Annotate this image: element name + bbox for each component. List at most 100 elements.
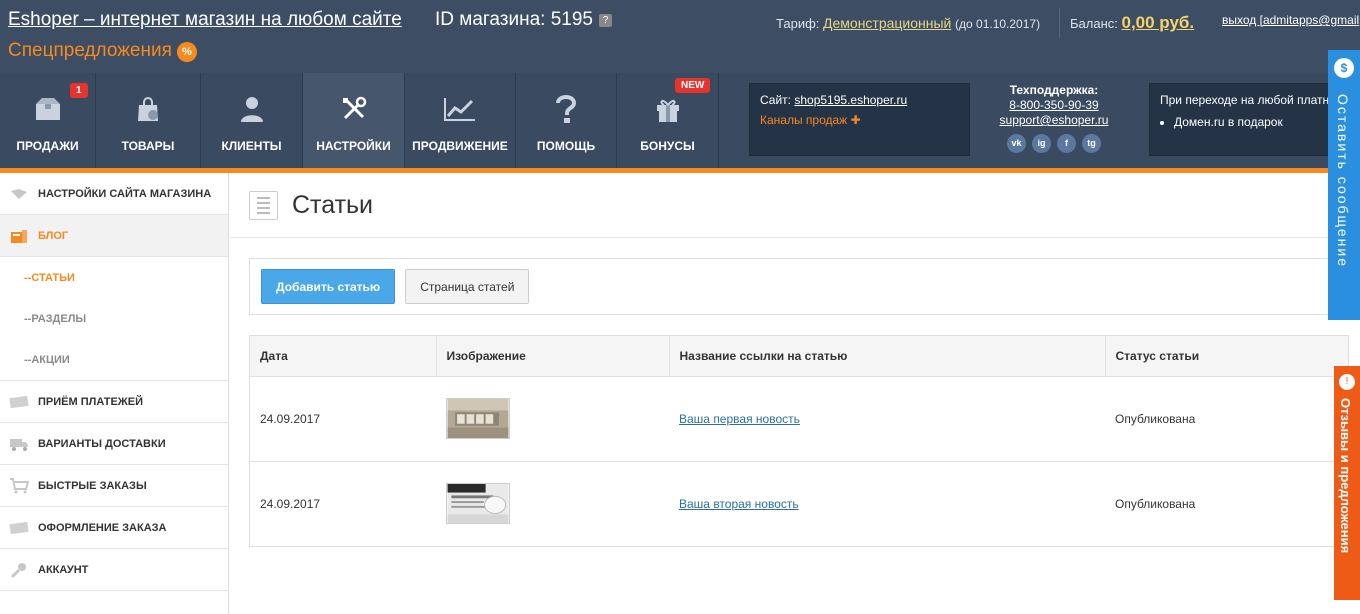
main-content: Статьи Добавить статью Страница статей Д… bbox=[230, 173, 1359, 614]
checkout-icon bbox=[8, 519, 30, 537]
tab-sales-label: ПРОДАЖИ bbox=[16, 139, 79, 153]
sidebar-item-blog[interactable]: БЛОГ bbox=[0, 215, 228, 257]
brand-link[interactable]: Eshoper – интернет магазин на любом сайт… bbox=[8, 9, 402, 31]
col-image: Изображение bbox=[436, 336, 670, 377]
tariff-label: Тариф: bbox=[776, 16, 820, 31]
sidebar-item-label: БЛОГ bbox=[38, 229, 69, 242]
user-icon bbox=[235, 92, 269, 126]
sidebar-item-quick-orders[interactable]: БЫСТРЫЕ ЗАКАЗЫ bbox=[0, 465, 228, 507]
site-info-box: Сайт: shop5195.eshoper.ru Каналы продаж … bbox=[749, 83, 970, 156]
sidebar-subitem-sections[interactable]: --РАЗДЕЛЫ bbox=[0, 298, 228, 339]
truck-icon bbox=[8, 435, 30, 453]
sidebar-subitem-promotions[interactable]: --АКЦИИ bbox=[0, 339, 228, 380]
sidebar-item-label: АККАУНТ bbox=[38, 563, 89, 576]
news-thumbnail-2[interactable] bbox=[446, 483, 510, 525]
tab-promotion-label: ПРОДВИЖЕНИЕ bbox=[412, 139, 508, 153]
row-image-cell bbox=[436, 461, 669, 546]
percent-icon: % bbox=[176, 42, 197, 62]
tab-clients-label: КЛИЕНТЫ bbox=[221, 139, 282, 153]
tariff-plan-link[interactable]: Демонстрационный bbox=[823, 15, 951, 31]
box-icon bbox=[31, 92, 65, 126]
row-link-cell: Ваша вторая новость bbox=[669, 461, 1105, 546]
shopping-bag-icon bbox=[131, 92, 165, 126]
col-date: Дата bbox=[250, 336, 437, 377]
logout-link[interactable]: выход [admitapps@gmail bbox=[1222, 13, 1360, 27]
site-line: Сайт: shop5195.eshoper.ru bbox=[760, 93, 959, 107]
question-icon bbox=[549, 92, 583, 126]
top-header: Eshoper – интернет магазин на любом сайт… bbox=[0, 0, 1360, 73]
leave-message-tab[interactable]: $ Оставить сообщение bbox=[1328, 50, 1360, 320]
balance-info: Баланс: 0,00 руб. bbox=[1070, 13, 1194, 33]
feedback-tab[interactable]: ! Отзывы и предложения bbox=[1334, 366, 1360, 600]
header-divider bbox=[1059, 8, 1060, 38]
facebook-icon[interactable]: f bbox=[1057, 134, 1076, 153]
settings-page-icon bbox=[8, 185, 30, 203]
sidebar-item-checkout[interactable]: ОФОРМЛЕНИЕ ЗАКАЗА bbox=[0, 507, 228, 549]
lightbulb-icon: ! bbox=[1339, 374, 1355, 390]
sidebar-item-label: БЫСТРЫЕ ЗАКАЗЫ bbox=[38, 479, 147, 492]
support-title: Техподдержка: bbox=[1009, 83, 1099, 97]
tariff-till: (до 01.10.2017) bbox=[955, 17, 1041, 31]
telegram-icon[interactable]: tg bbox=[1082, 134, 1101, 153]
gift-icon bbox=[651, 92, 685, 126]
row-link-cell: Ваша первая новость bbox=[669, 376, 1105, 462]
article-link[interactable]: Ваша вторая новость bbox=[679, 497, 799, 511]
tab-promotion[interactable]: ПРОДВИЖЕНИЕ bbox=[405, 73, 516, 168]
sidebar-item-account[interactable]: АККАУНТ bbox=[0, 549, 228, 591]
balance-value-link[interactable]: 0,00 руб. bbox=[1122, 13, 1195, 32]
support-email-link[interactable]: support@eshoper.ru bbox=[1000, 113, 1109, 127]
col-status: Статус статьи bbox=[1105, 336, 1348, 377]
money-icon bbox=[8, 393, 30, 411]
tab-help[interactable]: ПОМОЩЬ bbox=[516, 73, 617, 168]
site-url-link[interactable]: shop5195.eshoper.ru bbox=[794, 93, 907, 107]
title-bar: Статьи bbox=[230, 173, 1328, 238]
help-icon[interactable]: ? bbox=[598, 14, 612, 27]
support-phone-link[interactable]: 8-800-350-90-39 bbox=[1009, 98, 1098, 112]
articles-table: Дата Изображение Название ссылки на стат… bbox=[249, 335, 1349, 547]
table-header-row: Дата Изображение Название ссылки на стат… bbox=[250, 336, 1348, 377]
sidebar-item-shop-settings[interactable]: НАСТРОЙКИ САЙТА МАГАЗИНА bbox=[0, 173, 228, 215]
tab-products[interactable]: ТОВАРЫ bbox=[96, 73, 201, 168]
tools-icon bbox=[337, 92, 371, 126]
sidebar-item-delivery[interactable]: ВАРИАНТЫ ДОСТАВКИ bbox=[0, 423, 228, 465]
site-label: Сайт: bbox=[760, 93, 792, 107]
sidebar-subitem-articles[interactable]: --СТАТЬИ bbox=[0, 257, 228, 298]
new-badge: NEW bbox=[675, 78, 711, 93]
sidebar: НАСТРОЙКИ САЙТА МАГАЗИНА БЛОГ --СТАТЬИ -… bbox=[0, 173, 229, 614]
feedback-label: Отзывы и предложения bbox=[1338, 398, 1353, 554]
sales-channels-link[interactable]: Каналы продаж ✚ bbox=[760, 113, 959, 127]
tab-settings-label: НАСТРОЙКИ bbox=[316, 139, 391, 153]
balance-label: Баланс: bbox=[1070, 16, 1118, 31]
action-toolbar: Добавить статью Страница статей bbox=[249, 258, 1359, 315]
main-nav: ПРОДАЖИ 1 ТОВАРЫ КЛИЕНТЫ НАСТРОЙКИ ПРОДВ… bbox=[0, 73, 1360, 168]
special-offers-label: Спецпредложения bbox=[8, 40, 172, 61]
sidebar-item-label: ОФОРМЛЕНИЕ ЗАКАЗА bbox=[38, 521, 167, 534]
cart-icon bbox=[8, 477, 30, 495]
tab-clients[interactable]: КЛИЕНТЫ bbox=[201, 73, 303, 168]
sidebar-item-label: ВАРИАНТЫ ДОСТАВКИ bbox=[38, 437, 166, 450]
social-links: vk ig f tg bbox=[984, 134, 1124, 153]
row-date: 24.09.2017 bbox=[260, 496, 321, 511]
tariff-info: Тариф: Демонстрационный (до 01.10.2017) bbox=[776, 15, 1040, 31]
vk-icon[interactable]: vk bbox=[1007, 134, 1026, 153]
tab-products-label: ТОВАРЫ bbox=[121, 139, 175, 153]
instagram-icon[interactable]: ig bbox=[1032, 134, 1051, 153]
tab-help-label: ПОМОЩЬ bbox=[536, 139, 596, 153]
tab-settings[interactable]: НАСТРОЙКИ bbox=[303, 73, 405, 168]
special-offers-link[interactable]: Спецпредложения% bbox=[8, 40, 197, 62]
sidebar-item-label: ПРИЁМ ПЛАТЕЖЕЙ bbox=[38, 395, 143, 408]
add-article-button[interactable]: Добавить статью bbox=[261, 269, 396, 304]
sidebar-item-label: НАСТРОЙКИ САЙТА МАГАЗИНА bbox=[38, 187, 212, 200]
tab-bonuses[interactable]: БОНУСЫ NEW bbox=[617, 73, 719, 168]
row-status: Опубликована bbox=[1115, 496, 1196, 511]
tab-sales[interactable]: ПРОДАЖИ 1 bbox=[0, 73, 96, 168]
plus-icon: ✚ bbox=[850, 113, 861, 127]
shop-id-text: ID магазина: 5195 bbox=[435, 9, 593, 30]
news-thumbnail-1[interactable] bbox=[446, 398, 510, 439]
promo-item: Домен.ru в подарок bbox=[1174, 115, 1350, 129]
article-link[interactable]: Ваша первая новость bbox=[679, 412, 800, 426]
leave-message-label: Оставить сообщение bbox=[1335, 94, 1351, 269]
articles-page-button[interactable]: Страница статей bbox=[405, 269, 530, 304]
sidebar-item-payments[interactable]: ПРИЁМ ПЛАТЕЖЕЙ bbox=[0, 381, 228, 423]
col-link-title: Название ссылки на статью bbox=[669, 336, 1106, 377]
